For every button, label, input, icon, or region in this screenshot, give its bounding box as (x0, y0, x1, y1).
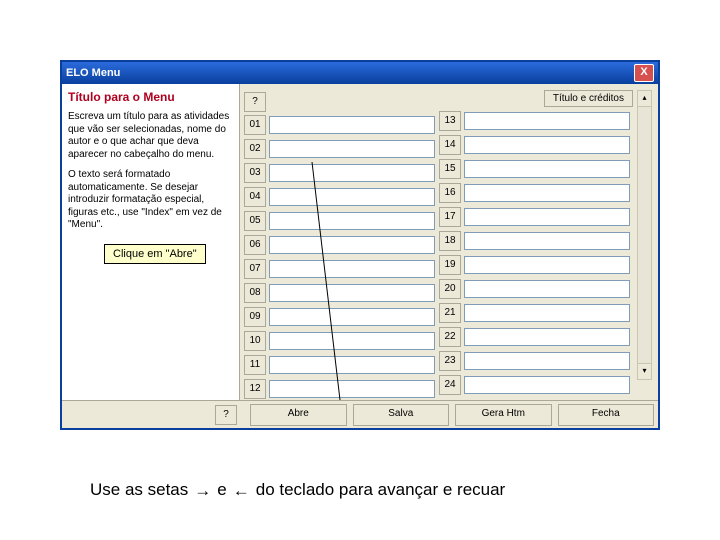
left-num-button-05[interactable]: 05 (244, 211, 266, 231)
field-row: 10 (244, 330, 435, 352)
close-icon[interactable]: X (634, 64, 654, 82)
help-row: ? (244, 92, 435, 112)
right-num-button-17[interactable]: 17 (439, 207, 461, 227)
window-title: ELO Menu (66, 67, 634, 79)
field-row: 03 (244, 162, 435, 184)
left-field-05[interactable] (269, 212, 435, 230)
left-num-button-01[interactable]: 01 (244, 115, 266, 135)
left-field-06[interactable] (269, 236, 435, 254)
left-field-01[interactable] (269, 116, 435, 134)
field-row: 06 (244, 234, 435, 256)
left-num-button-04[interactable]: 04 (244, 187, 266, 207)
left-field-12[interactable] (269, 380, 435, 398)
left-num-button-10[interactable]: 10 (244, 331, 266, 351)
right-num-button-22[interactable]: 22 (439, 327, 461, 347)
left-num-button-06[interactable]: 06 (244, 235, 266, 255)
right-num-button-20[interactable]: 20 (439, 279, 461, 299)
right-num-button-23[interactable]: 23 (439, 351, 461, 371)
caption-text-3: do teclado para avançar e recuar (256, 480, 506, 500)
left-paragraph-2: O texto será formatado automaticamente. … (68, 169, 233, 232)
gera-htm-button[interactable]: Gera Htm (455, 404, 552, 426)
left-num-button-07[interactable]: 07 (244, 259, 266, 279)
left-heading: Título para o Menu (68, 90, 233, 105)
left-num-button-08[interactable]: 08 (244, 283, 266, 303)
titlebar: ELO Menu X (62, 62, 658, 84)
right-num-button-19[interactable]: 19 (439, 255, 461, 275)
field-row: 07 (244, 258, 435, 280)
field-row: 11 (244, 354, 435, 376)
field-row: 01 (244, 114, 435, 136)
right-num-button-13[interactable]: 13 (439, 111, 461, 131)
left-field-08[interactable] (269, 284, 435, 302)
arrow-left-icon: ← (233, 482, 250, 499)
right-num-button-21[interactable]: 21 (439, 303, 461, 323)
title-credits-button[interactable]: Título e créditos (544, 90, 633, 107)
field-row: 12 (244, 378, 435, 400)
field-row: 05 (244, 210, 435, 232)
right-num-button-24[interactable]: 24 (439, 375, 461, 395)
left-field-11[interactable] (269, 356, 435, 374)
left-num-button-12[interactable]: 12 (244, 379, 266, 399)
caption-text-2: e (217, 480, 226, 500)
field-row: 04 (244, 186, 435, 208)
salva-button[interactable]: Salva (353, 404, 450, 426)
left-num-button-09[interactable]: 09 (244, 307, 266, 327)
left-field-10[interactable] (269, 332, 435, 350)
left-field-09[interactable] (269, 308, 435, 326)
left-field-04[interactable] (269, 188, 435, 206)
field-row: 08 (244, 282, 435, 304)
left-num-button-02[interactable]: 02 (244, 139, 266, 159)
left-field-07[interactable] (269, 260, 435, 278)
keyboard-caption: Use as setas → e ← do teclado para avanç… (90, 480, 505, 500)
right-num-button-16[interactable]: 16 (439, 183, 461, 203)
scroll-track[interactable] (638, 107, 651, 363)
scrollbar[interactable]: ▴ ▾ (637, 90, 652, 380)
grid-area: ? 01 02 03 04 05 06 07 08 09 10 11 12 13 14 15 16 17 18 1… (240, 84, 658, 400)
scroll-up-icon[interactable]: ▴ (638, 91, 651, 107)
scroll-down-icon[interactable]: ▾ (638, 363, 651, 379)
caption-text-1: Use as setas (90, 480, 188, 500)
bottom-toolbar: ? Abre Salva Gera Htm Fecha (62, 400, 658, 428)
left-num-button-11[interactable]: 11 (244, 355, 266, 375)
column-left: ? 01 02 03 04 05 06 07 08 09 10 11 12 (244, 92, 435, 398)
arrow-right-icon: → (194, 482, 211, 499)
abre-button[interactable]: Abre (250, 404, 347, 426)
fecha-button[interactable]: Fecha (558, 404, 655, 426)
help-button-bottom[interactable]: ? (215, 405, 237, 425)
right-num-button-14[interactable]: 14 (439, 135, 461, 155)
left-field-02[interactable] (269, 140, 435, 158)
field-row: 09 (244, 306, 435, 328)
right-num-button-18[interactable]: 18 (439, 231, 461, 251)
left-paragraph-1: Escreva um título para as atividades que… (68, 111, 233, 161)
left-num-button-03[interactable]: 03 (244, 163, 266, 183)
left-field-03[interactable] (269, 164, 435, 182)
right-num-button-15[interactable]: 15 (439, 159, 461, 179)
tooltip-callout: Clique em "Abre" (104, 244, 206, 264)
content-area: Título para o Menu Escreva um título par… (62, 84, 658, 400)
field-row: 02 (244, 138, 435, 160)
help-button-top[interactable]: ? (244, 92, 266, 112)
left-pane: Título para o Menu Escreva um título par… (62, 84, 240, 400)
